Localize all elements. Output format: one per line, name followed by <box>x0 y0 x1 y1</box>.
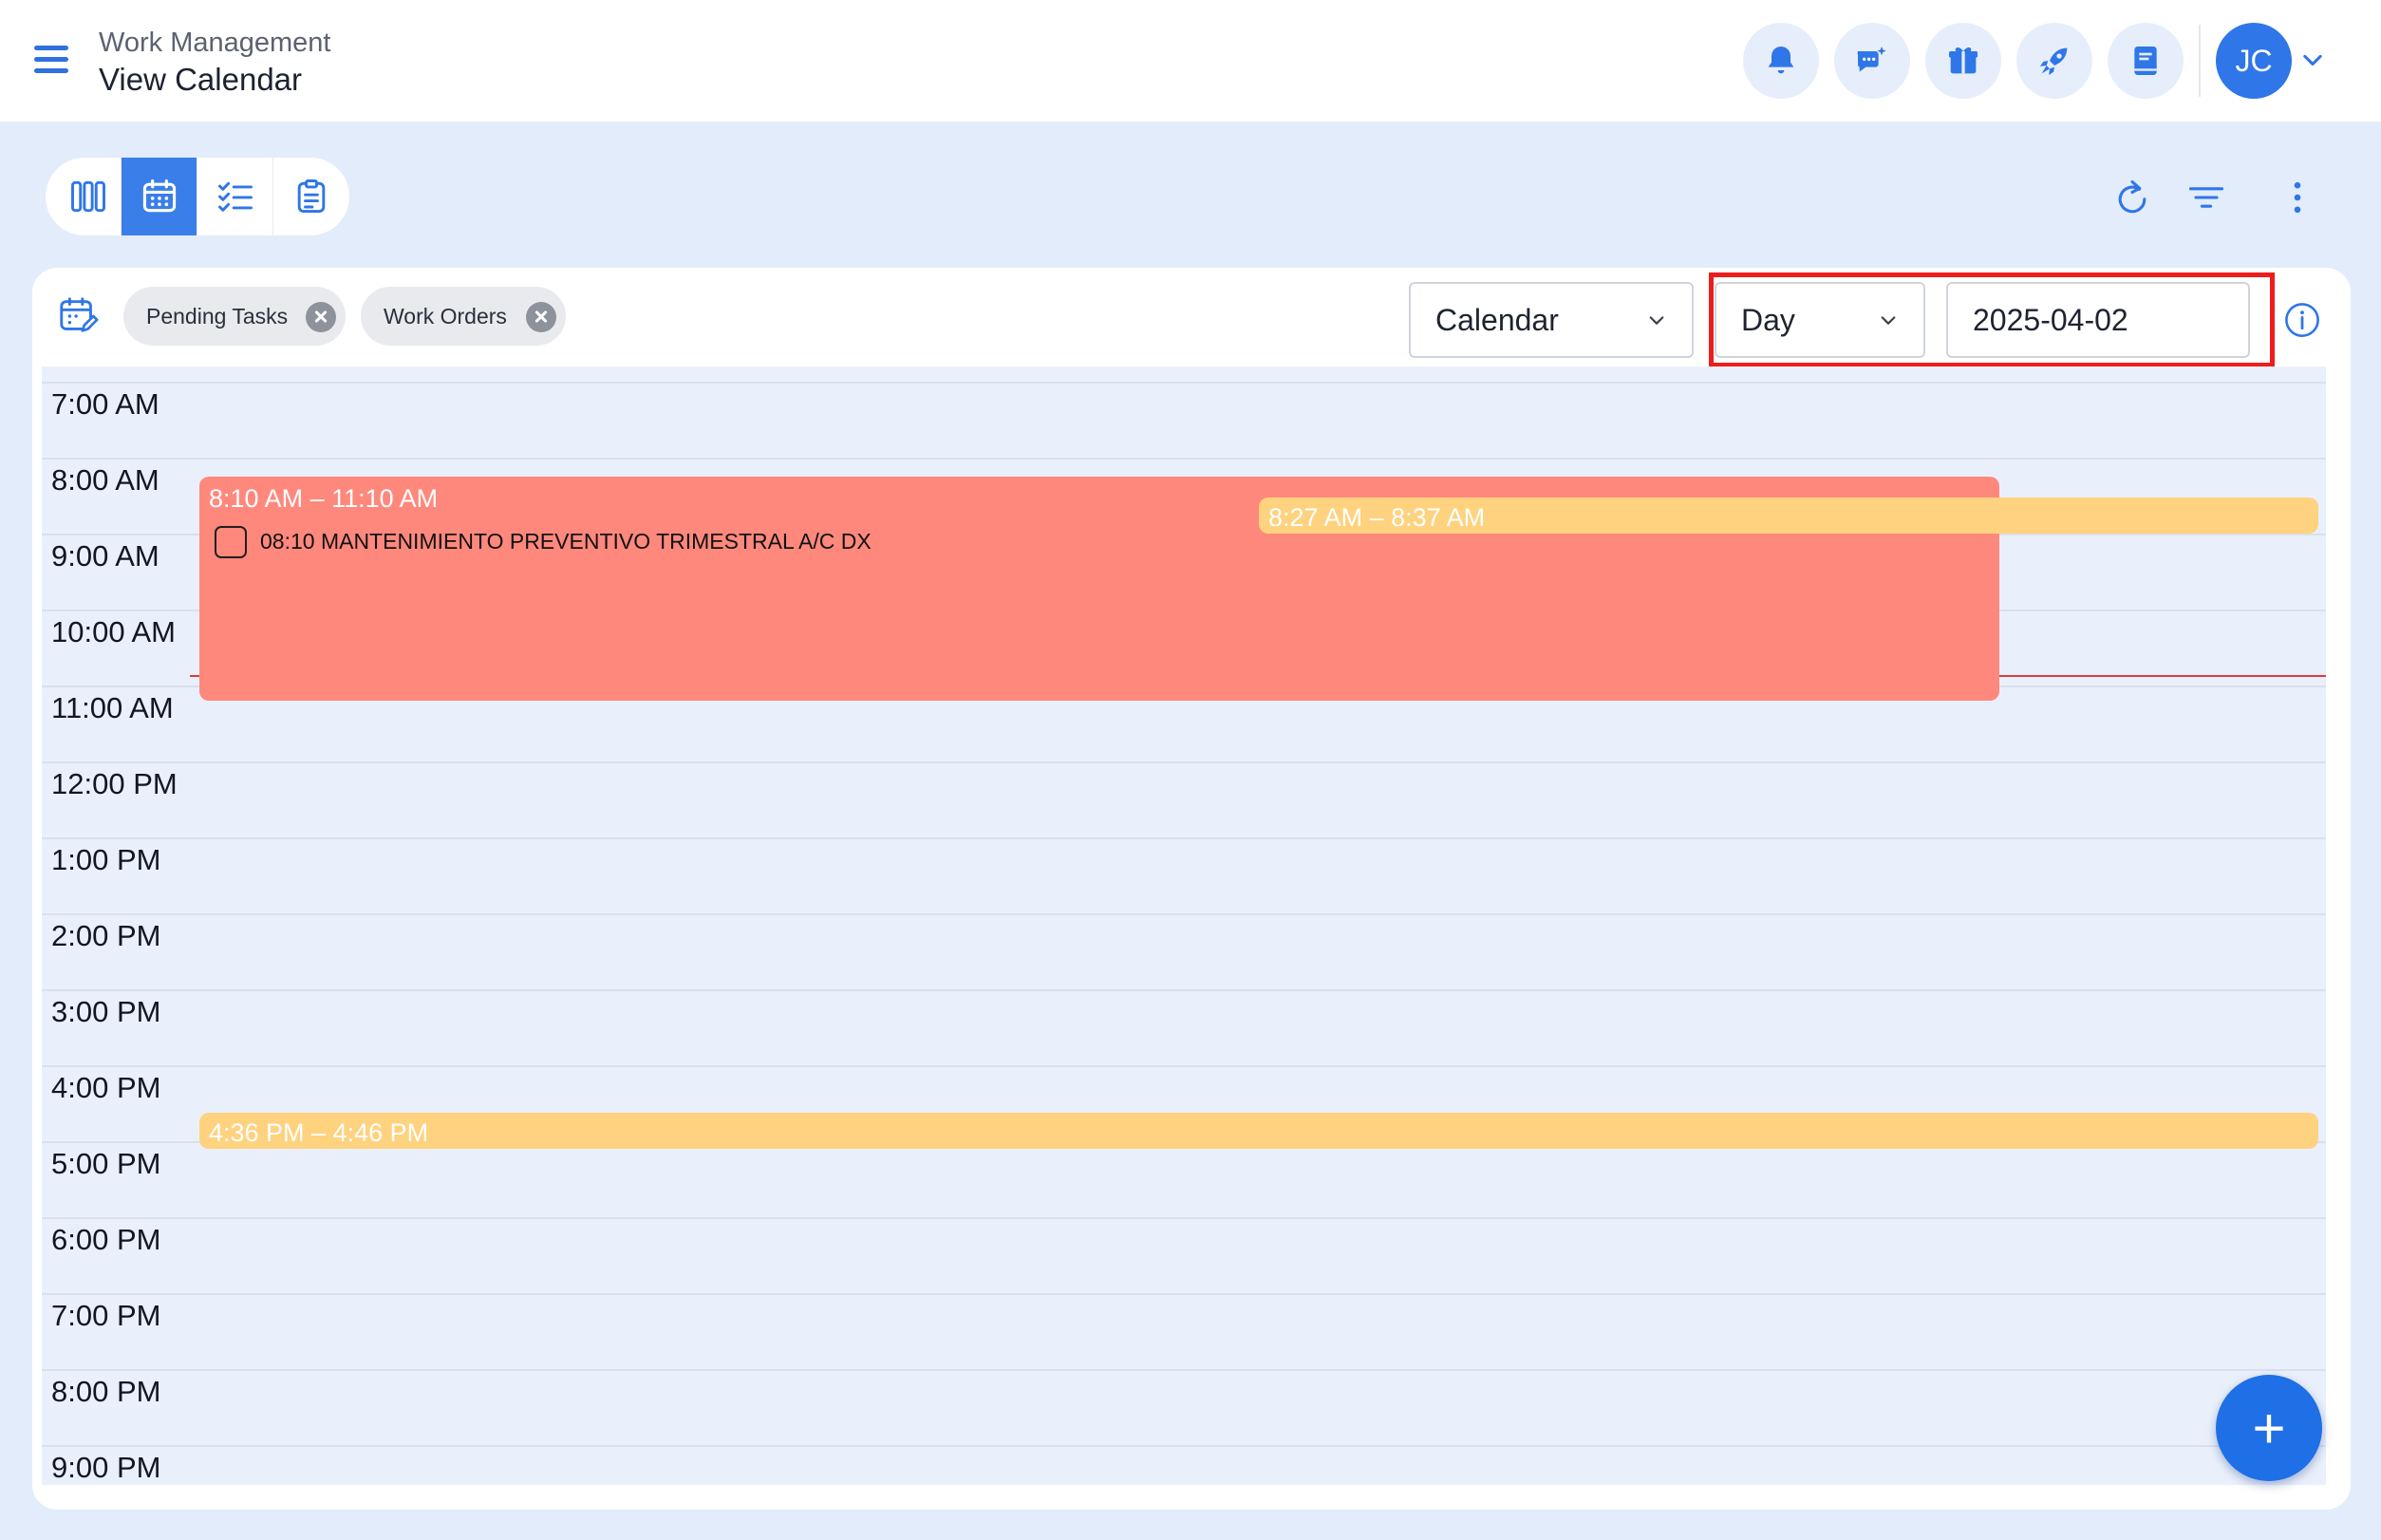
date-value: 2025-04-02 <box>1973 302 2128 337</box>
hour-label: 12:00 PM <box>51 767 178 800</box>
gift-icon[interactable] <box>1925 23 2001 99</box>
header-divider <box>2199 25 2201 97</box>
hour-label: 8:00 PM <box>51 1375 161 1408</box>
remove-chip-icon[interactable] <box>306 302 336 332</box>
hour-gridline <box>42 458 2326 460</box>
filter-button[interactable] <box>2182 173 2231 222</box>
hour-label: 9:00 AM <box>51 539 159 573</box>
chip-label: Work Orders <box>384 303 507 329</box>
event-title: 08:10 MANTENIMIENTO PREVENTIVO TRIMESTRA… <box>260 529 872 554</box>
clipboard-view-button[interactable] <box>273 158 349 235</box>
hour-gridline <box>42 1293 2326 1295</box>
hour-gridline <box>42 913 2326 915</box>
chip-label: Pending Tasks <box>146 303 289 329</box>
hour-label: 2:00 PM <box>51 919 161 952</box>
hour-label: 6:00 PM <box>51 1223 161 1256</box>
rocket-icon[interactable] <box>2016 23 2092 99</box>
hour-label: 10:00 AM <box>51 615 176 648</box>
date-field[interactable]: 2025-04-02 <box>1946 282 2250 358</box>
remove-chip-icon[interactable] <box>526 302 556 332</box>
hour-gridline <box>42 1369 2326 1371</box>
hour-gridline <box>42 1445 2326 1447</box>
day-calendar-grid: 7:00 AM 8:00 AM 9:00 AM 10:00 AM 11:00 AM 12:… <box>42 366 2326 1485</box>
filter-icon <box>2188 187 2224 208</box>
event-pending-task[interactable]: 8:27 AM – 8:37 AM <box>1259 498 2318 534</box>
page-title: View Calendar <box>99 62 303 97</box>
hour-label: 11:00 AM <box>51 691 174 724</box>
hour-label: 7:00 AM <box>51 387 159 421</box>
clipboard-icon <box>297 179 326 214</box>
select-value: Day <box>1741 302 1795 337</box>
event-time: 8:27 AM – 8:37 AM <box>1268 503 1486 532</box>
task-list-view-button[interactable] <box>197 158 273 235</box>
bell-icon[interactable] <box>1743 23 1819 99</box>
calendar-edit-icon[interactable] <box>57 294 101 338</box>
event-pending-task[interactable]: 4:36 PM – 4:46 PM <box>199 1113 2318 1149</box>
hour-label: 4:00 PM <box>51 1071 161 1104</box>
breadcrumb: Work Management <box>99 28 331 58</box>
info-icon[interactable] <box>2282 300 2322 340</box>
board-view-button[interactable] <box>46 158 122 235</box>
more-options-button[interactable] <box>2273 173 2322 222</box>
avatar[interactable]: JC <box>2216 23 2292 99</box>
event-checkbox[interactable] <box>215 526 247 558</box>
hour-label: 8:00 AM <box>51 463 159 497</box>
columns-icon <box>70 180 105 213</box>
hour-label: 3:00 PM <box>51 995 161 1028</box>
checklist-icon <box>217 181 253 212</box>
hour-gridline <box>42 989 2326 991</box>
add-event-button[interactable]: + <box>2216 1375 2322 1481</box>
refresh-button[interactable] <box>2108 173 2157 222</box>
select-value: Calendar <box>1435 302 1559 337</box>
calendar-view-button[interactable] <box>122 158 197 235</box>
hamburger-menu-icon[interactable] <box>32 42 72 76</box>
hour-gridline <box>42 837 2326 839</box>
view-switcher <box>46 158 349 235</box>
calendar-icon <box>142 178 176 213</box>
chevron-down-icon[interactable] <box>2299 49 2326 72</box>
hour-gridline <box>42 382 2326 384</box>
display-mode-select[interactable]: Calendar <box>1409 282 1694 358</box>
hour-gridline <box>42 761 2326 763</box>
hour-label: 7:00 PM <box>51 1299 161 1332</box>
chevron-down-icon <box>1881 316 1896 325</box>
chevron-down-icon <box>1649 316 1664 325</box>
app-header: Work Management View Calendar JC <box>0 0 2381 122</box>
event-time: 4:36 PM – 4:46 PM <box>209 1118 429 1147</box>
hour-label: 9:00 PM <box>51 1451 161 1484</box>
book-icon[interactable] <box>2108 23 2184 99</box>
hour-gridline <box>42 1217 2326 1219</box>
hour-label: 1:00 PM <box>51 843 161 876</box>
more-vertical-icon <box>2294 181 2301 214</box>
event-time: 8:10 AM – 11:10 AM <box>209 484 439 513</box>
filter-chip-work-orders: Work Orders <box>361 287 566 346</box>
refresh-icon <box>2118 179 2147 214</box>
chat-sparkle-icon[interactable] <box>1834 23 1910 99</box>
hour-gridline <box>42 1065 2326 1067</box>
period-select[interactable]: Day <box>1715 282 1925 358</box>
filter-chip-pending-tasks: Pending Tasks <box>123 287 346 346</box>
hour-label: 5:00 PM <box>51 1147 161 1180</box>
